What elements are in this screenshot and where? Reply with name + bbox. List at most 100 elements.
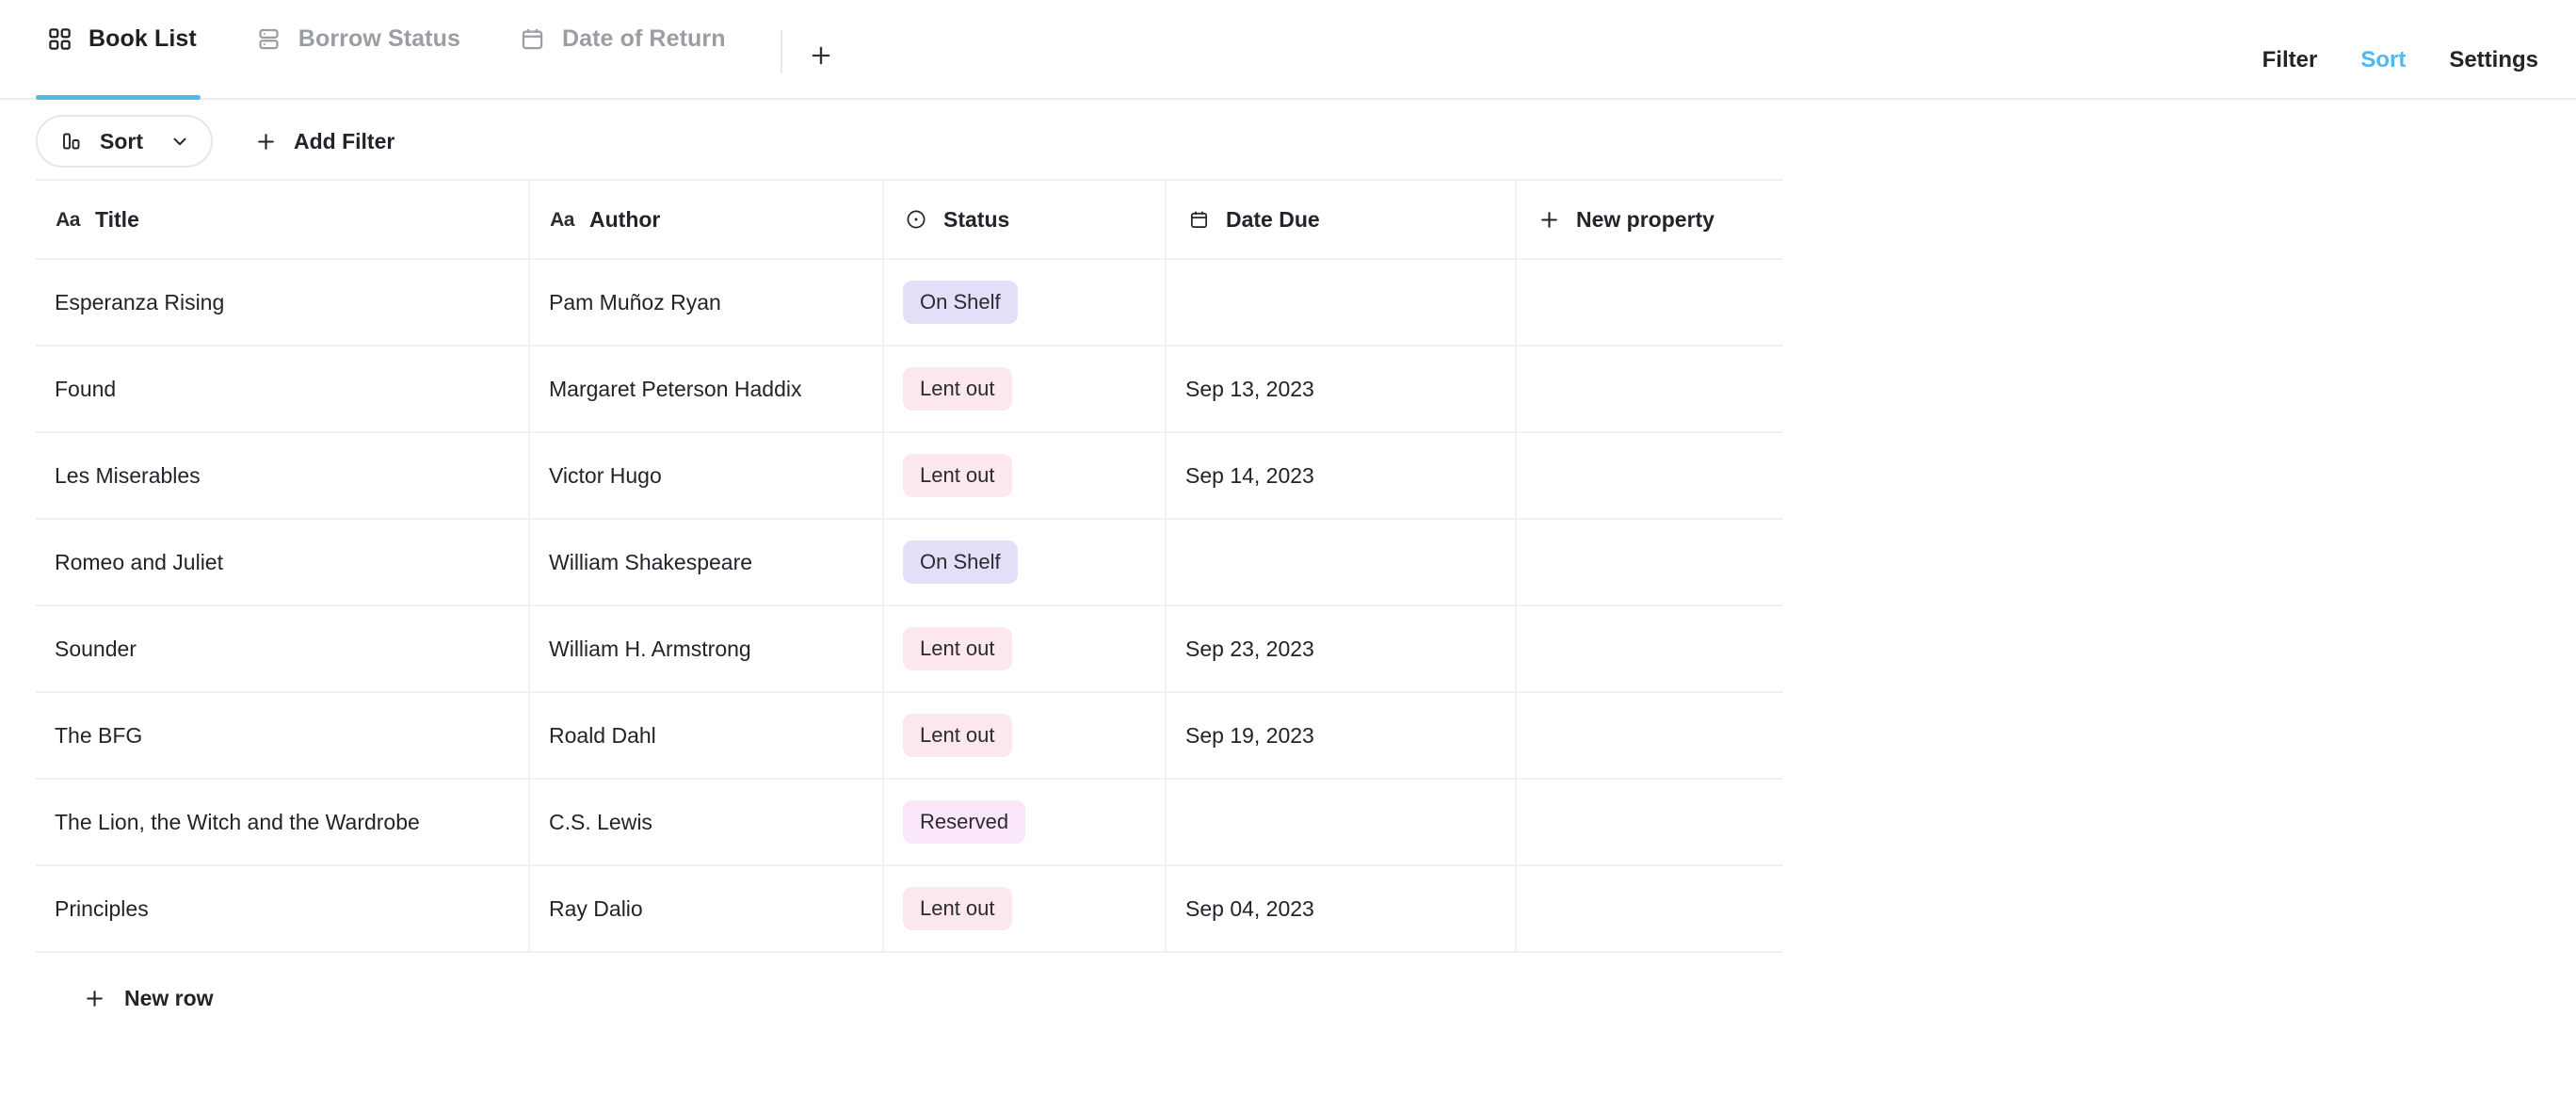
cell-date-due[interactable]: Sep 14, 2023 [1167, 433, 1517, 518]
cell-empty [1517, 520, 1783, 604]
add-filter-label: Add Filter [294, 128, 395, 153]
cell-author[interactable]: Victor Hugo [530, 433, 884, 518]
cell-status[interactable]: Lent out [884, 433, 1167, 518]
column-header-label: Date Due [1226, 206, 1320, 232]
cell-empty [1517, 693, 1783, 778]
bars-icon [58, 128, 85, 154]
cell-title[interactable]: Esperanza Rising [36, 260, 530, 345]
cell-title[interactable]: Les Miserables [36, 433, 530, 518]
cell-author[interactable]: William H. Armstrong [530, 606, 884, 691]
text-aa-icon: Aa [550, 208, 574, 231]
status-badge: Reserved [903, 800, 1026, 844]
cell-empty [1517, 606, 1783, 691]
table-container: Aa Title Aa Author Status Date Due New p… [0, 179, 2576, 1011]
cell-author[interactable]: William Shakespeare [530, 520, 884, 604]
table-row[interactable]: Sounder William H. Armstrong Lent out Sep 2… [36, 606, 1783, 693]
cell-empty [1517, 433, 1783, 518]
cell-date-due[interactable] [1167, 780, 1517, 864]
column-header-author[interactable]: Aa Author [530, 181, 884, 258]
table-row[interactable]: The Lion, the Witch and the Wardrobe C.S.… [36, 780, 1783, 866]
sort-dropdown[interactable]: Sort [36, 115, 213, 168]
cell-title[interactable]: Romeo and Juliet [36, 520, 530, 604]
table-row[interactable]: Found Margaret Peterson Haddix Lent out Sep… [36, 347, 1783, 433]
cell-status[interactable]: Lent out [884, 866, 1167, 951]
filter-button[interactable]: Filter [2262, 47, 2318, 73]
cell-status[interactable]: On Shelf [884, 520, 1167, 604]
column-header-title[interactable]: Aa Title [36, 181, 530, 258]
cell-author[interactable]: Ray Dalio [530, 866, 884, 951]
tab-date-of-return[interactable]: Date of Return [509, 0, 750, 98]
cell-status[interactable]: Reserved [884, 780, 1167, 864]
top-tab-bar: Book List Borrow Status Date of Return F… [0, 0, 2576, 100]
cell-author[interactable]: Roald Dahl [530, 693, 884, 778]
new-property-button[interactable]: New property [1517, 181, 1783, 258]
book-table: Aa Title Aa Author Status Date Due New p… [36, 179, 1783, 953]
status-badge: On Shelf [903, 281, 1018, 324]
table-row[interactable]: Romeo and Juliet William Shakespeare On Sh… [36, 520, 1783, 606]
tab-label: Borrow Status [298, 24, 460, 52]
cell-date-due[interactable]: Sep 23, 2023 [1167, 606, 1517, 691]
tab-label: Book List [89, 24, 197, 52]
cell-title[interactable]: The BFG [36, 693, 530, 778]
status-badge: Lent out [903, 454, 1012, 497]
cell-date-due[interactable] [1167, 520, 1517, 604]
status-badge: On Shelf [903, 540, 1018, 584]
tab-list: Book List Borrow Status Date of Return [36, 0, 846, 100]
status-badge: Lent out [903, 887, 1012, 930]
new-row-label: New row [124, 985, 214, 1010]
cell-empty [1517, 347, 1783, 431]
table-row[interactable]: Esperanza Rising Pam Muñoz Ryan On Shelf [36, 260, 1783, 347]
sort-dropdown-label: Sort [100, 128, 143, 153]
cell-empty [1517, 866, 1783, 951]
select-circle-icon [903, 206, 929, 233]
column-header-status[interactable]: Status [884, 181, 1167, 258]
status-badge: Lent out [903, 627, 1012, 670]
cell-status[interactable]: On Shelf [884, 260, 1167, 345]
cell-date-due[interactable]: Sep 19, 2023 [1167, 693, 1517, 778]
new-property-label: New property [1576, 206, 1715, 232]
cell-status[interactable]: Lent out [884, 347, 1167, 431]
cell-status[interactable]: Lent out [884, 606, 1167, 691]
column-header-label: Author [589, 206, 661, 232]
cell-empty [1517, 780, 1783, 864]
cell-title[interactable]: Found [36, 347, 530, 431]
plus-icon [808, 42, 834, 69]
add-filter-button[interactable]: Add Filter [252, 128, 394, 154]
new-row-button[interactable]: New row [81, 985, 214, 1011]
add-tab-button[interactable] [796, 30, 846, 81]
cell-title[interactable]: The Lion, the Witch and the Wardrobe [36, 780, 530, 864]
tab-book-list[interactable]: Book List [36, 0, 221, 100]
text-aa-icon: Aa [56, 208, 80, 231]
calendar-icon [1185, 206, 1212, 233]
settings-button[interactable]: Settings [2449, 47, 2538, 73]
sort-button[interactable]: Sort [2360, 47, 2406, 73]
table-row[interactable]: The BFG Roald Dahl Lent out Sep 19, 2023 [36, 693, 1783, 780]
status-badge: Lent out [903, 367, 1012, 411]
plus-icon [81, 985, 107, 1011]
cell-author[interactable]: Margaret Peterson Haddix [530, 347, 884, 431]
cell-date-due[interactable] [1167, 260, 1517, 345]
cell-empty [1517, 260, 1783, 345]
chevron-down-icon [169, 131, 190, 152]
table-row[interactable]: Les Miserables Victor Hugo Lent out Sep 14,… [36, 433, 1783, 520]
column-header-label: Title [95, 206, 139, 232]
tab-borrow-status[interactable]: Borrow Status [246, 0, 485, 98]
cell-status[interactable]: Lent out [884, 693, 1167, 778]
cell-date-due[interactable]: Sep 13, 2023 [1167, 347, 1517, 431]
calendar-icon [519, 24, 547, 53]
topbar-actions: Filter Sort Settings [2262, 47, 2538, 98]
grid-icon [45, 24, 73, 53]
table-row[interactable]: Principles Ray Dalio Lent out Sep 04, 2023 [36, 866, 1783, 953]
tab-divider [780, 30, 782, 73]
cell-title[interactable]: Sounder [36, 606, 530, 691]
cell-date-due[interactable]: Sep 04, 2023 [1167, 866, 1517, 951]
table-header-row: Aa Title Aa Author Status Date Due New p… [36, 181, 1783, 260]
tab-label: Date of Return [561, 24, 726, 52]
cell-author[interactable]: C.S. Lewis [530, 780, 884, 864]
plus-icon [1536, 206, 1562, 233]
plus-icon [252, 128, 279, 154]
cell-author[interactable]: Pam Muñoz Ryan [530, 260, 884, 345]
column-header-date-due[interactable]: Date Due [1167, 181, 1517, 258]
database-icon [255, 24, 283, 53]
cell-title[interactable]: Principles [36, 866, 530, 951]
